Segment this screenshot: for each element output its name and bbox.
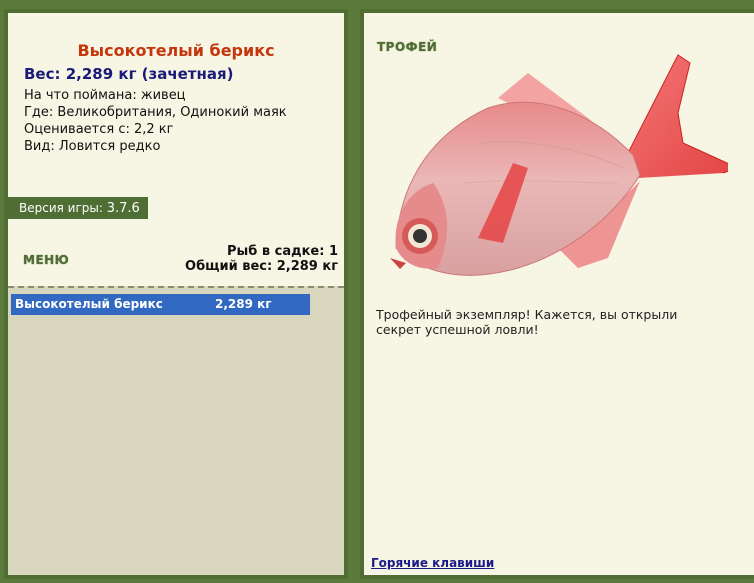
location-info: Где: Великобритания, Одинокий маяк xyxy=(24,105,287,120)
list-item-weight: 2,289 кг xyxy=(215,297,272,311)
hotkeys-link[interactable]: Горячие клавиши xyxy=(371,556,494,570)
list-item[interactable]: Высокотелый берикс 2,289 кг xyxy=(11,294,310,315)
keepnet-summary: Рыб в садке: 1 Общий вес: 2,289 кг xyxy=(185,244,338,274)
version-label: Версия игры: xyxy=(19,201,107,215)
list-item-name: Высокотелый берикс xyxy=(15,297,163,311)
fish-weight: Вес: 2,289 кг (зачетная) xyxy=(24,65,234,83)
fish-name-title: Высокотелый берикс xyxy=(77,41,275,60)
catch-list xyxy=(8,286,344,575)
rated-weight-info: Оценивается с: 2,2 кг xyxy=(24,122,174,137)
menu-button[interactable]: МЕНЮ xyxy=(23,253,69,267)
fish-info-panel: Высокотелый берикс Вес: 2,289 кг (зачетн… xyxy=(4,9,348,579)
fish-info-content: Высокотелый берикс Вес: 2,289 кг (зачетн… xyxy=(4,13,344,575)
bait-info: На что поймана: живец xyxy=(24,88,186,103)
red-fish-picture xyxy=(390,54,728,276)
game-version-badge: Версия игры: 3.7.6 xyxy=(4,197,148,219)
trophy-panel: ТРОФЕЙ Трофейный экземпляр! Кажется, вы … xyxy=(360,9,754,579)
trophy-content: ТРОФЕЙ Трофейный экземпляр! Кажется, вы … xyxy=(364,13,754,575)
rarity-info: Вид: Ловится редко xyxy=(24,139,161,154)
trophy-label: ТРОФЕЙ xyxy=(377,40,438,54)
trophy-description: Трофейный экземпляр! Кажется, вы открыли… xyxy=(376,307,678,337)
keepnet-count: Рыб в садке: 1 xyxy=(226,244,338,259)
keepnet-total-weight: Общий вес: 2,289 кг xyxy=(185,259,338,274)
version-number: 3.7.6 xyxy=(106,201,140,216)
fish-details: На что поймана: живец Где: Великобритани… xyxy=(24,87,287,155)
